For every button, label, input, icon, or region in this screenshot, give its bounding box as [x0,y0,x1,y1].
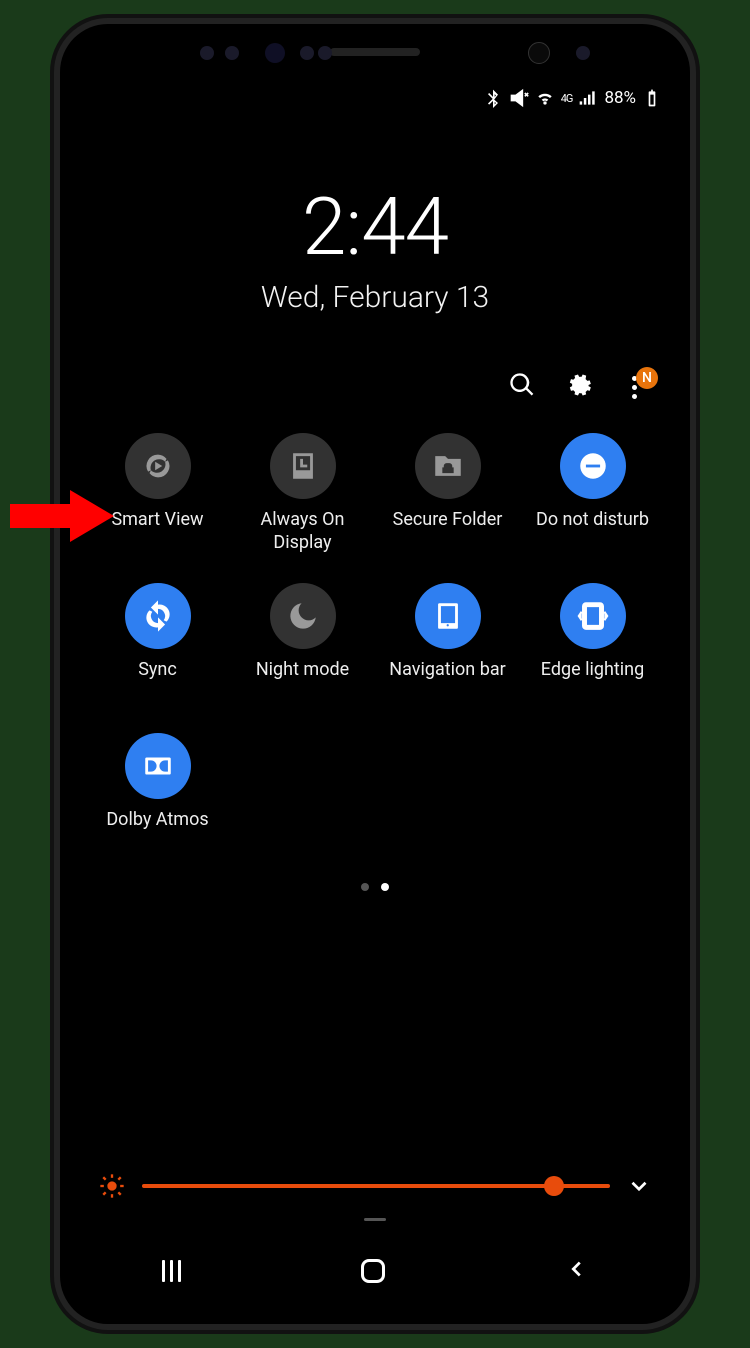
tile-navigation-bar[interactable]: Navigation bar [380,583,515,705]
mute-icon [509,88,529,108]
wifi-icon [535,88,555,108]
page-dot [361,883,369,891]
clock-area: 2:44 Wed, February 13 [72,116,678,315]
tile-label: Secure Folder [393,509,503,555]
tile-always-on-display[interactable]: Always On Display [235,433,370,555]
settings-button[interactable] [564,371,592,403]
edge-lighting-icon [576,599,610,633]
battery-icon [642,88,662,108]
tile-label: Night mode [256,659,349,705]
sensor-dot [225,46,239,60]
smart-view-icon [141,449,175,483]
tile-smart-view[interactable]: Smart View [90,433,225,555]
clock-date: Wed, February 13 [72,280,678,315]
page-indicator[interactable] [90,883,660,891]
page-dot-active [381,883,389,891]
more-button[interactable]: N [620,373,648,401]
quick-tiles-grid: Smart View Always On Display Secure Fold… [72,433,678,1150]
tile-sync[interactable]: Sync [90,583,225,705]
screen: 4G 88% 2:44 Wed, February 13 N [72,74,678,1306]
signal-icon [578,88,598,108]
navigation-bar-icon [431,599,465,633]
gear-icon [564,371,592,399]
sensor-dot [576,46,590,60]
do-not-disturb-icon [576,449,610,483]
drag-handle[interactable] [72,1218,678,1236]
front-camera [528,42,550,64]
brightness-icon [98,1172,126,1200]
tile-label: Do not disturb [536,509,649,555]
action-row: N [72,371,678,403]
tile-label: Always On Display [235,509,370,555]
phone-frame: 4G 88% 2:44 Wed, February 13 N [60,24,690,1324]
tile-label: Smart View [111,509,203,555]
sensor-dot [300,46,314,60]
expand-brightness-button[interactable] [626,1173,652,1199]
home-button[interactable] [361,1259,385,1283]
sensor-dot [318,46,332,60]
tile-label: Sync [138,659,177,705]
search-icon [508,371,536,399]
clock-time: 2:44 [72,180,678,274]
speaker-grill [330,48,420,56]
sync-icon [141,599,175,633]
dolby-atmos-icon [141,749,175,783]
brightness-slider[interactable] [142,1184,610,1188]
always-on-display-icon [286,449,320,483]
brightness-thumb[interactable] [544,1176,564,1196]
recents-button[interactable] [162,1260,181,1282]
tile-secure-folder[interactable]: Secure Folder [380,433,515,555]
sensor-dot [200,46,214,60]
tile-label: Edge lighting [541,659,644,705]
tile-edge-lighting[interactable]: Edge lighting [525,583,660,705]
network-label: 4G [561,92,573,105]
notification-badge: N [636,367,658,389]
back-button[interactable] [566,1258,588,1284]
brightness-row [72,1150,678,1218]
bluetooth-icon [483,88,503,108]
status-bar: 4G 88% [72,74,678,116]
tile-night-mode[interactable]: Night mode [235,583,370,705]
tile-do-not-disturb[interactable]: Do not disturb [525,433,660,555]
battery-percent: 88% [604,88,636,108]
navigation-bar [72,1236,678,1306]
tile-dolby-atmos[interactable]: Dolby Atmos [90,733,225,855]
search-button[interactable] [508,371,536,403]
secure-folder-icon [431,449,465,483]
sensor-dot [265,43,285,63]
night-mode-icon [286,599,320,633]
tile-label: Navigation bar [389,659,505,705]
tile-label: Dolby Atmos [106,809,208,855]
